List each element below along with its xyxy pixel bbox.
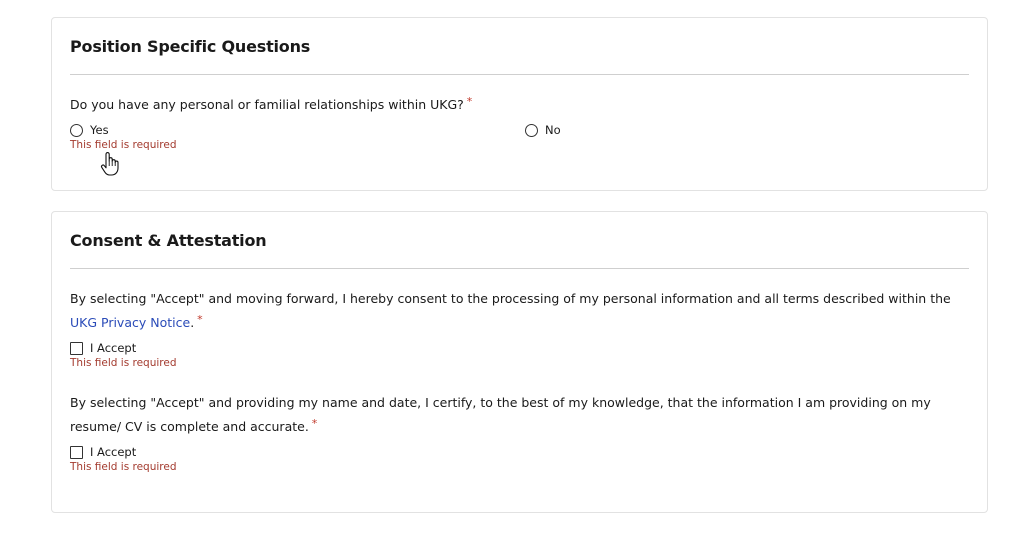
section-divider bbox=[70, 74, 969, 75]
radio-yes-label: Yes bbox=[90, 123, 109, 137]
consent-text-end: . bbox=[190, 315, 195, 330]
attestation-text: By selecting "Accept" and providing my n… bbox=[70, 395, 931, 434]
required-marker: * bbox=[466, 95, 473, 108]
question-text: Do you have any personal or familial rel… bbox=[70, 97, 464, 112]
section-title: Position Specific Questions bbox=[70, 37, 311, 56]
required-marker: * bbox=[197, 313, 203, 326]
position-questions-card: Position Specific Questions Do you have … bbox=[51, 17, 988, 191]
relationship-question: Do you have any personal or familial rel… bbox=[70, 93, 965, 117]
privacy-accept-checkbox-row[interactable]: I Accept bbox=[70, 341, 136, 355]
attestation-accept-label: I Accept bbox=[90, 445, 137, 459]
attestation-accept-checkbox[interactable] bbox=[70, 445, 83, 459]
consent-card: Consent & Attestation By selecting "Acce… bbox=[51, 211, 988, 513]
radio-no-label: No bbox=[545, 123, 561, 137]
consent-text: By selecting "Accept" and moving forward… bbox=[70, 291, 951, 306]
radio-yes[interactable]: Yes bbox=[70, 123, 109, 137]
required-marker: * bbox=[311, 417, 318, 430]
attestation-accept-error: This field is required bbox=[70, 461, 177, 473]
privacy-consent-question: By selecting "Accept" and moving forward… bbox=[70, 287, 965, 335]
attestation-accept-checkbox-row[interactable]: I Accept bbox=[70, 445, 136, 459]
privacy-accept-label: I Accept bbox=[90, 341, 137, 355]
privacy-accept-checkbox[interactable] bbox=[70, 341, 83, 355]
radio-no[interactable]: No bbox=[525, 123, 561, 137]
privacy-accept-error: This field is required bbox=[70, 357, 177, 369]
privacy-notice-link[interactable]: UKG Privacy Notice bbox=[70, 315, 190, 330]
relationship-error: This field is required bbox=[70, 139, 177, 151]
radio-yes-circle[interactable] bbox=[70, 123, 83, 137]
radio-no-circle[interactable] bbox=[525, 123, 538, 137]
hand-pointer-icon bbox=[101, 152, 119, 176]
section-divider bbox=[70, 268, 969, 269]
attestation-question: By selecting "Accept" and providing my n… bbox=[70, 391, 965, 439]
section-title: Consent & Attestation bbox=[70, 231, 267, 250]
